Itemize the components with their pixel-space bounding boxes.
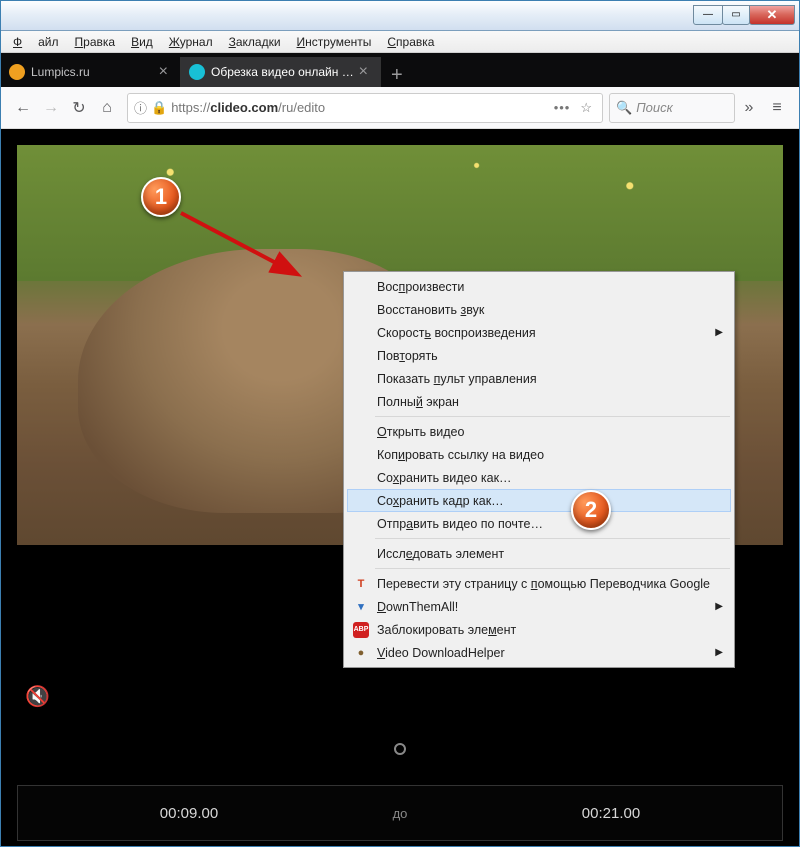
new-tab-button[interactable]: +: [381, 64, 413, 87]
context-separator: [375, 538, 730, 539]
slider-handle[interactable]: [394, 743, 406, 755]
submenu-arrow-icon: ▶: [715, 647, 723, 658]
context-separator: [375, 416, 730, 417]
nav-back-button[interactable]: ←: [9, 94, 37, 122]
navbar: ← → ↻ ⌂ ⓘ 🔒 https://clideo.com/ru/edito …: [1, 87, 799, 129]
context-menu-item[interactable]: Копировать ссылку на видео: [347, 443, 731, 466]
annotation-callout-1: 1: [141, 177, 181, 217]
info-icon[interactable]: ⓘ: [134, 98, 147, 117]
nav-home-button[interactable]: ⌂: [93, 94, 121, 122]
tab-title: Lumpics.ru: [31, 65, 155, 79]
menu-edit[interactable]: Правка: [67, 33, 124, 51]
menu-file[interactable]: Файл: [5, 33, 67, 51]
search-icon: 🔍: [616, 100, 632, 116]
context-menu-item[interactable]: Восстановить звук: [347, 298, 731, 321]
page-actions-icon[interactable]: •••: [548, 100, 577, 115]
context-menu-item[interactable]: ▾DownThemAll!▶: [347, 595, 731, 618]
window-titlebar: ― ▭ ✕: [1, 1, 799, 31]
annotation-callout-2: 2: [571, 490, 611, 530]
format-slider-row: [1, 729, 799, 769]
tab-clideo[interactable]: Обрезка видео онлайн — Об ×: [181, 57, 381, 87]
tab-favicon: [189, 64, 205, 80]
context-item-icon: ●: [353, 645, 369, 661]
window-max-button[interactable]: ▭: [722, 5, 750, 25]
time-mid-label: до: [360, 806, 440, 821]
context-menu-item[interactable]: Исследовать элемент: [347, 542, 731, 565]
nav-reload-button[interactable]: ↻: [65, 94, 93, 122]
tab-title: Обрезка видео онлайн — Об: [211, 65, 355, 79]
context-menu-item[interactable]: Полный экран: [347, 390, 731, 413]
tab-close-icon[interactable]: ×: [355, 63, 372, 81]
nav-forward-button[interactable]: →: [37, 94, 65, 122]
context-separator: [375, 568, 730, 569]
context-item-icon: ABP: [353, 622, 369, 638]
overflow-button[interactable]: »: [735, 94, 763, 122]
menubar: Файл Правка Вид Журнал Закладки Инструме…: [1, 31, 799, 53]
context-menu-item[interactable]: Показать пульт управления: [347, 367, 731, 390]
time-range-row: 00:09.00 до 00:21.00: [17, 785, 783, 841]
hamburger-menu-button[interactable]: ≡: [763, 94, 791, 122]
tab-close-icon[interactable]: ×: [155, 63, 172, 81]
url-text: https://clideo.com/ru/edito: [171, 100, 547, 115]
time-to-input[interactable]: 00:21.00: [440, 805, 782, 822]
context-menu-item[interactable]: Воспроизвести: [347, 275, 731, 298]
menu-bookmarks[interactable]: Закладки: [221, 33, 289, 51]
window-close-button[interactable]: ✕: [749, 5, 795, 25]
context-menu-item[interactable]: Открыть видео: [347, 420, 731, 443]
search-placeholder: Поиск: [636, 100, 673, 115]
submenu-arrow-icon: ▶: [715, 327, 723, 338]
menu-view[interactable]: Вид: [123, 33, 161, 51]
tab-lumpics[interactable]: Lumpics.ru ×: [1, 57, 181, 87]
submenu-arrow-icon: ▶: [715, 601, 723, 612]
menu-help[interactable]: Справка: [379, 33, 442, 51]
time-from-input[interactable]: 00:09.00: [18, 805, 360, 822]
menu-history[interactable]: Журнал: [161, 33, 221, 51]
context-menu-item[interactable]: Скорость воспроизведения▶: [347, 321, 731, 344]
lock-icon: 🔒: [151, 100, 167, 116]
mute-icon[interactable]: 🔇: [25, 684, 50, 709]
context-menu-item[interactable]: ABPЗаблокировать элемент: [347, 618, 731, 641]
context-menu-item[interactable]: Повторять: [347, 344, 731, 367]
menu-tools[interactable]: Инструменты: [289, 33, 380, 51]
context-menu-item[interactable]: TПеревести эту страницу с помощью Перево…: [347, 572, 731, 595]
window-min-button[interactable]: ―: [693, 5, 723, 25]
bookmark-star-icon[interactable]: ☆: [576, 100, 596, 116]
context-menu-item[interactable]: Сохранить видео как…: [347, 466, 731, 489]
search-bar[interactable]: 🔍 Поиск: [609, 93, 735, 123]
context-menu-item[interactable]: Сохранить кадр как…: [347, 489, 731, 512]
tab-favicon: [9, 64, 25, 80]
address-bar[interactable]: ⓘ 🔒 https://clideo.com/ru/edito ••• ☆: [127, 93, 603, 123]
context-item-icon: T: [353, 576, 369, 592]
context-menu-item[interactable]: Отправить видео по почте…: [347, 512, 731, 535]
context-item-icon: ▾: [353, 599, 369, 615]
video-context-menu: ВоспроизвестиВосстановить звукСкорость в…: [343, 271, 735, 668]
tabstrip: Lumpics.ru × Обрезка видео онлайн — Об ×…: [1, 53, 799, 87]
context-menu-item[interactable]: ●Video DownloadHelper▶: [347, 641, 731, 664]
